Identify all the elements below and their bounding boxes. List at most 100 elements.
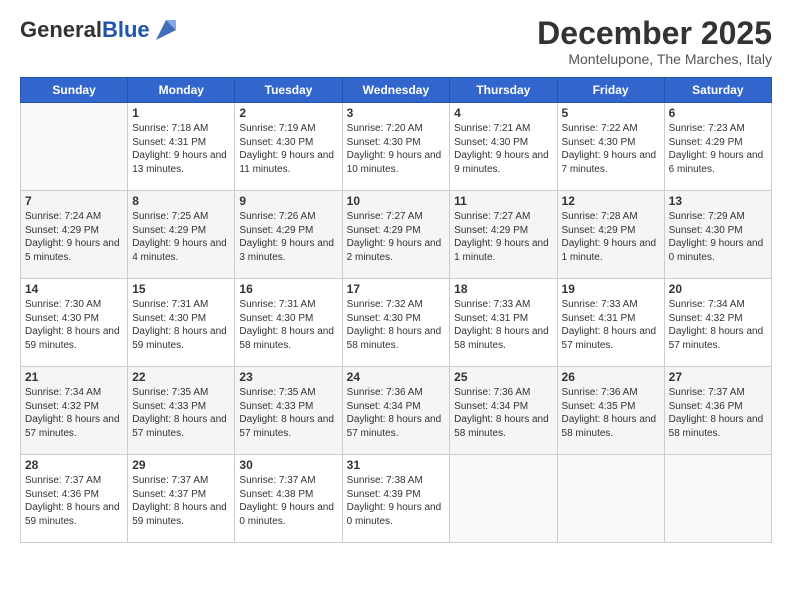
day-info: Sunrise: 7:35 AMSunset: 4:33 PMDaylight:… (132, 386, 230, 440)
calendar-cell: 20 Sunrise: 7:34 AMSunset: 4:32 PMDayligh… (664, 279, 771, 367)
day-number: 26 (562, 370, 660, 384)
day-info: Sunrise: 7:19 AMSunset: 4:30 PMDaylight:… (239, 122, 337, 176)
day-info: Sunrise: 7:33 AMSunset: 4:31 PMDaylight:… (454, 298, 552, 352)
day-info: Sunrise: 7:26 AMSunset: 4:29 PMDaylight:… (239, 210, 337, 264)
calendar-cell: 15 Sunrise: 7:31 AMSunset: 4:30 PMDayligh… (128, 279, 235, 367)
day-info: Sunrise: 7:33 AMSunset: 4:31 PMDaylight:… (562, 298, 660, 352)
day-number: 3 (347, 106, 446, 120)
calendar-cell: 18 Sunrise: 7:33 AMSunset: 4:31 PMDayligh… (450, 279, 557, 367)
calendar-cell: 7 Sunrise: 7:24 AMSunset: 4:29 PMDaylight… (21, 191, 128, 279)
calendar-cell: 23Sunrise: 7:35 AMSunset: 4:33 PMDayligh… (235, 367, 342, 455)
calendar-cell: 29 Sunrise: 7:37 AMSunset: 4:37 PMDayligh… (128, 455, 235, 543)
month-title: December 2025 (537, 16, 772, 51)
calendar-cell: 19 Sunrise: 7:33 AMSunset: 4:31 PMDayligh… (557, 279, 664, 367)
day-number: 4 (454, 106, 552, 120)
day-number: 5 (562, 106, 660, 120)
day-info: Sunrise: 7:38 AMSunset: 4:39 PMDaylight:… (347, 474, 446, 528)
day-info: Sunrise: 7:20 AMSunset: 4:30 PMDaylight:… (347, 122, 446, 176)
location: Montelupone, The Marches, Italy (537, 51, 772, 67)
day-number: 28 (25, 458, 123, 472)
logo-icon (152, 16, 180, 44)
weekday-header-friday: Friday (557, 78, 664, 103)
weekday-header-tuesday: Tuesday (235, 78, 342, 103)
day-info: Sunrise: 7:32 AMSunset: 4:30 PMDaylight:… (347, 298, 446, 352)
calendar-cell (21, 103, 128, 191)
calendar-cell: 9 Sunrise: 7:26 AMSunset: 4:29 PMDaylight… (235, 191, 342, 279)
day-number: 8 (132, 194, 230, 208)
header: GeneralBlue December 2025 Montelupone, T… (20, 16, 772, 67)
calendar-cell: 14Sunrise: 7:30 AMSunset: 4:30 PMDayligh… (21, 279, 128, 367)
calendar-week-row: 7 Sunrise: 7:24 AMSunset: 4:29 PMDaylight… (21, 191, 772, 279)
logo: GeneralBlue (20, 16, 180, 44)
day-number: 17 (347, 282, 446, 296)
day-number: 10 (347, 194, 446, 208)
day-number: 19 (562, 282, 660, 296)
calendar-week-row: 28 Sunrise: 7:37 AMSunset: 4:36 PMDayligh… (21, 455, 772, 543)
day-number: 30 (239, 458, 337, 472)
day-info: Sunrise: 7:37 AMSunset: 4:38 PMDaylight:… (239, 474, 337, 528)
day-info: Sunrise: 7:21 AMSunset: 4:30 PMDaylight:… (454, 122, 552, 176)
calendar-cell (557, 455, 664, 543)
day-info: Sunrise: 7:37 AMSunset: 4:37 PMDaylight:… (132, 474, 230, 528)
calendar-week-row: 21Sunrise: 7:34 AMSunset: 4:32 PMDayligh… (21, 367, 772, 455)
calendar-cell: 6Sunrise: 7:23 AMSunset: 4:29 PMDaylight… (664, 103, 771, 191)
day-number: 7 (25, 194, 123, 208)
weekday-header-saturday: Saturday (664, 78, 771, 103)
day-info: Sunrise: 7:24 AMSunset: 4:29 PMDaylight:… (25, 210, 123, 264)
day-info: Sunrise: 7:34 AMSunset: 4:32 PMDaylight:… (25, 386, 123, 440)
day-info: Sunrise: 7:31 AMSunset: 4:30 PMDaylight:… (239, 298, 337, 352)
day-number: 25 (454, 370, 552, 384)
day-info: Sunrise: 7:37 AMSunset: 4:36 PMDaylight:… (25, 474, 123, 528)
page: GeneralBlue December 2025 Montelupone, T… (0, 0, 792, 553)
weekday-header-wednesday: Wednesday (342, 78, 450, 103)
logo-text: GeneralBlue (20, 16, 180, 44)
day-info: Sunrise: 7:29 AMSunset: 4:30 PMDaylight:… (669, 210, 767, 264)
logo-general: General (20, 17, 102, 42)
day-number: 15 (132, 282, 230, 296)
day-number: 22 (132, 370, 230, 384)
day-number: 18 (454, 282, 552, 296)
calendar-cell: 4 Sunrise: 7:21 AMSunset: 4:30 PMDaylight… (450, 103, 557, 191)
day-number: 27 (669, 370, 767, 384)
day-info: Sunrise: 7:36 AMSunset: 4:34 PMDaylight:… (454, 386, 552, 440)
day-info: Sunrise: 7:28 AMSunset: 4:29 PMDaylight:… (562, 210, 660, 264)
calendar-cell: 27Sunrise: 7:37 AMSunset: 4:36 PMDayligh… (664, 367, 771, 455)
day-info: Sunrise: 7:18 AMSunset: 4:31 PMDaylight:… (132, 122, 230, 176)
weekday-header-sunday: Sunday (21, 78, 128, 103)
day-info: Sunrise: 7:35 AMSunset: 4:33 PMDaylight:… (239, 386, 337, 440)
day-info: Sunrise: 7:27 AMSunset: 4:29 PMDaylight:… (454, 210, 552, 264)
day-number: 12 (562, 194, 660, 208)
calendar-cell: 24 Sunrise: 7:36 AMSunset: 4:34 PMDayligh… (342, 367, 450, 455)
calendar-header-row: SundayMondayTuesdayWednesdayThursdayFrid… (21, 78, 772, 103)
calendar-cell: 5 Sunrise: 7:22 AMSunset: 4:30 PMDaylight… (557, 103, 664, 191)
calendar-cell: 1Sunrise: 7:18 AMSunset: 4:31 PMDaylight… (128, 103, 235, 191)
day-number: 13 (669, 194, 767, 208)
calendar-cell: 12 Sunrise: 7:28 AMSunset: 4:29 PMDayligh… (557, 191, 664, 279)
day-number: 29 (132, 458, 230, 472)
day-info: Sunrise: 7:31 AMSunset: 4:30 PMDaylight:… (132, 298, 230, 352)
weekday-header-thursday: Thursday (450, 78, 557, 103)
calendar-cell: 11Sunrise: 7:27 AMSunset: 4:29 PMDayligh… (450, 191, 557, 279)
calendar-cell: 16 Sunrise: 7:31 AMSunset: 4:30 PMDayligh… (235, 279, 342, 367)
calendar-cell: 3 Sunrise: 7:20 AMSunset: 4:30 PMDaylight… (342, 103, 450, 191)
calendar-cell: 22 Sunrise: 7:35 AMSunset: 4:33 PMDayligh… (128, 367, 235, 455)
calendar-cell: 26Sunrise: 7:36 AMSunset: 4:35 PMDayligh… (557, 367, 664, 455)
day-number: 16 (239, 282, 337, 296)
day-number: 6 (669, 106, 767, 120)
day-info: Sunrise: 7:27 AMSunset: 4:29 PMDaylight:… (347, 210, 446, 264)
calendar-week-row: 14Sunrise: 7:30 AMSunset: 4:30 PMDayligh… (21, 279, 772, 367)
calendar-cell: 13 Sunrise: 7:29 AMSunset: 4:30 PMDayligh… (664, 191, 771, 279)
day-info: Sunrise: 7:34 AMSunset: 4:32 PMDaylight:… (669, 298, 767, 352)
day-info: Sunrise: 7:36 AMSunset: 4:34 PMDaylight:… (347, 386, 446, 440)
calendar-cell: 17 Sunrise: 7:32 AMSunset: 4:30 PMDayligh… (342, 279, 450, 367)
day-number: 20 (669, 282, 767, 296)
day-number: 31 (347, 458, 446, 472)
day-number: 9 (239, 194, 337, 208)
day-number: 24 (347, 370, 446, 384)
calendar-cell (664, 455, 771, 543)
calendar-cell: 31 Sunrise: 7:38 AMSunset: 4:39 PMDayligh… (342, 455, 450, 543)
calendar: SundayMondayTuesdayWednesdayThursdayFrid… (20, 77, 772, 543)
calendar-week-row: 1Sunrise: 7:18 AMSunset: 4:31 PMDaylight… (21, 103, 772, 191)
calendar-cell: 8Sunrise: 7:25 AMSunset: 4:29 PMDaylight… (128, 191, 235, 279)
day-info: Sunrise: 7:22 AMSunset: 4:30 PMDaylight:… (562, 122, 660, 176)
